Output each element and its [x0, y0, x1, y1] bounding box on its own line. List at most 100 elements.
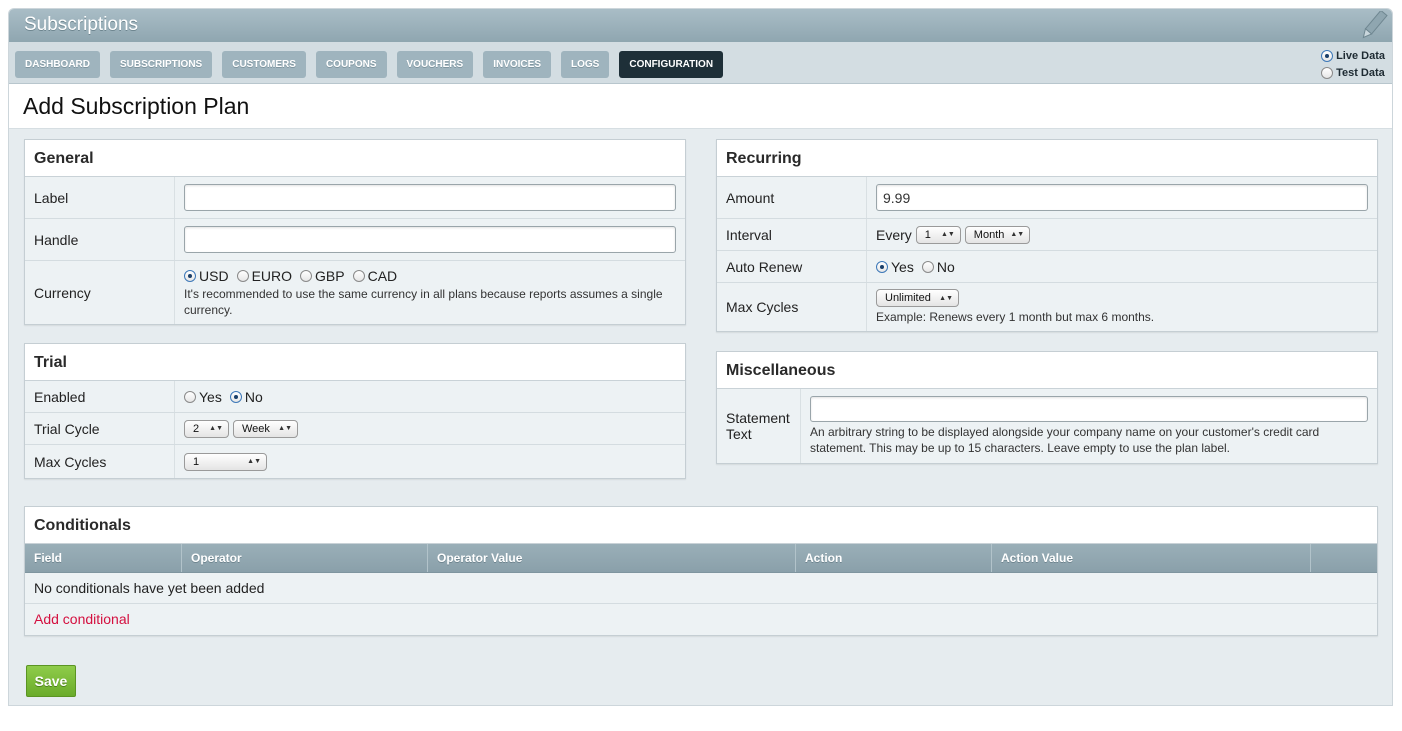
trial-enabled-row: Enabled Yes No	[25, 381, 685, 413]
trial-no-radio[interactable]	[229, 390, 242, 403]
tab-logs[interactable]: LOGS	[561, 51, 610, 78]
currency-radio-group: USD EURO GBP CAD	[184, 268, 676, 284]
col-action-value: Action Value	[992, 544, 1311, 572]
select-arrows-icon: ▲▼	[247, 458, 261, 465]
misc-heading: Miscellaneous	[717, 352, 1377, 389]
currency-usd-label: USD	[199, 267, 229, 284]
col-field: Field	[25, 544, 182, 572]
test-data-radio[interactable]	[1321, 66, 1334, 79]
auto-renew-no-radio[interactable]	[921, 260, 934, 273]
trial-max-cycles-row: Max Cycles 1 ▲▼	[25, 445, 685, 478]
statement-row: Statement Text An arbitrary string to be…	[717, 389, 1377, 463]
conditionals-empty-text: No conditionals have yet been added	[34, 580, 265, 596]
select-arrows-icon: ▲▼	[940, 231, 955, 238]
tab-vouchers[interactable]: VOUCHERS	[396, 51, 474, 78]
interval-count-select[interactable]: 1 ▲▼	[915, 225, 961, 244]
currency-euro-radio[interactable]	[236, 269, 249, 282]
trial-enabled-radio-group: Yes No	[184, 389, 676, 405]
auto-renew-radio-group: Yes No	[876, 259, 1368, 275]
currency-euro-option[interactable]: EURO	[236, 267, 293, 284]
recurring-panel: Recurring Amount Interval Every 1 ▲▼ Mont…	[716, 139, 1378, 332]
conditionals-heading: Conditionals	[25, 507, 1377, 544]
currency-row: Currency USD EURO GBP CAD It's recommend…	[25, 261, 685, 324]
auto-renew-yes-label: Yes	[891, 258, 914, 275]
select-arrows-icon: ▲▼	[278, 425, 292, 432]
select-arrows-icon: ▲▼	[1010, 231, 1025, 238]
auto-renew-yes-option[interactable]: Yes	[876, 259, 914, 275]
live-data-radio[interactable]	[1321, 49, 1334, 62]
currency-usd-option[interactable]: USD	[184, 268, 229, 284]
recurring-max-cycles-value: Unlimited	[885, 292, 931, 304]
conditionals-table-header: Field Operator Operator Value Action Act…	[25, 544, 1377, 573]
statement-text-input[interactable]	[810, 396, 1368, 422]
conditionals-panel: Conditionals Field Operator Operator Val…	[24, 506, 1378, 636]
amount-label: Amount	[717, 177, 867, 218]
trial-max-cycles-value: 1	[193, 455, 200, 468]
auto-renew-no-option[interactable]: No	[921, 258, 955, 275]
general-heading: General	[25, 140, 685, 177]
auto-renew-label: Auto Renew	[717, 251, 867, 282]
trial-cycle-unit-select[interactable]: Week ▲▼	[233, 419, 298, 438]
recurring-max-cycles-select[interactable]: Unlimited ▲▼	[876, 289, 959, 307]
col-actions-blank	[1311, 544, 1377, 572]
trial-cycle-count-value: 2	[193, 422, 200, 435]
tab-subscriptions[interactable]: SUBSCRIPTIONS	[110, 51, 213, 78]
statement-label-line1: Statement	[726, 410, 790, 426]
label-row: Label	[25, 177, 685, 219]
col-action: Action	[796, 544, 992, 572]
tab-configuration[interactable]: CONFIGURATION	[619, 51, 724, 78]
currency-cad-radio[interactable]	[352, 269, 365, 282]
recurring-max-cycles-label: Max Cycles	[717, 283, 867, 331]
statement-help-text: An arbitrary string to be displayed alon…	[810, 425, 1320, 455]
currency-field-label: Currency	[25, 261, 175, 324]
test-data-option[interactable]: Test Data	[1321, 64, 1385, 81]
interval-count-value: 1	[924, 228, 931, 241]
app-window: Subscriptions DASHBOARD SUBSCRIPTIONS CU…	[8, 8, 1393, 706]
currency-usd-radio[interactable]	[184, 269, 196, 282]
tab-customers[interactable]: CUSTOMERS	[222, 51, 306, 78]
auto-renew-yes-radio[interactable]	[876, 260, 888, 273]
misc-panel: Miscellaneous Statement Text An arbitrar…	[716, 351, 1378, 464]
currency-gbp-option[interactable]: GBP	[300, 268, 345, 284]
auto-renew-no-label: No	[936, 258, 955, 275]
col-operator: Operator	[182, 544, 428, 572]
trial-heading: Trial	[25, 344, 685, 381]
label-input[interactable]	[184, 184, 676, 211]
currency-help-text: It's recommended to use the same currenc…	[184, 286, 663, 317]
trial-no-option[interactable]: No	[229, 389, 263, 405]
trial-max-cycles-label: Max Cycles	[25, 445, 175, 478]
currency-cad-label: CAD	[367, 267, 398, 284]
tab-invoices[interactable]: INVOICES	[483, 51, 551, 78]
amount-input[interactable]	[876, 184, 1368, 211]
statement-label-line2: Text	[726, 426, 752, 442]
save-button[interactable]: Save	[26, 665, 76, 697]
currency-euro-label: EURO	[251, 267, 293, 284]
currency-cad-option[interactable]: CAD	[352, 267, 398, 284]
handle-input[interactable]	[184, 226, 676, 253]
trial-cycle-row: Trial Cycle 2 ▲▼ Week ▲▼	[25, 413, 685, 445]
add-conditional-link[interactable]: Add conditional	[34, 611, 130, 627]
select-arrows-icon: ▲▼	[209, 425, 223, 432]
trial-panel: Trial Enabled Yes No Trial Cycle 2 ▲▼ Wee…	[24, 343, 686, 479]
tab-dashboard[interactable]: DASHBOARD	[15, 51, 100, 78]
tab-coupons[interactable]: COUPONS	[315, 51, 387, 78]
nav-tabs: DASHBOARD SUBSCRIPTIONS CUSTOMERS COUPON…	[15, 51, 733, 78]
test-data-label: Test Data	[1336, 66, 1385, 79]
add-conditional-row: Add conditional	[25, 604, 1377, 635]
auto-renew-row: Auto Renew Yes No	[717, 251, 1377, 283]
currency-gbp-radio[interactable]	[300, 269, 313, 282]
live-data-option[interactable]: Live Data	[1321, 47, 1385, 64]
interval-label: Interval	[717, 219, 867, 250]
amount-row: Amount	[717, 177, 1377, 219]
trial-yes-option[interactable]: Yes	[184, 389, 222, 405]
handle-row: Handle	[25, 219, 685, 261]
trial-cycle-count-select[interactable]: 2 ▲▼	[184, 419, 229, 438]
trial-max-cycles-select[interactable]: 1 ▲▼	[184, 452, 267, 471]
pencil-icon	[1362, 11, 1388, 39]
select-arrows-icon: ▲▼	[939, 294, 953, 302]
conditionals-empty-row: No conditionals have yet been added	[25, 573, 1377, 604]
app-title: Subscriptions	[24, 14, 139, 35]
label-field-label: Label	[25, 177, 175, 218]
trial-yes-radio[interactable]	[184, 390, 196, 403]
interval-unit-select[interactable]: Month ▲▼	[964, 225, 1030, 244]
